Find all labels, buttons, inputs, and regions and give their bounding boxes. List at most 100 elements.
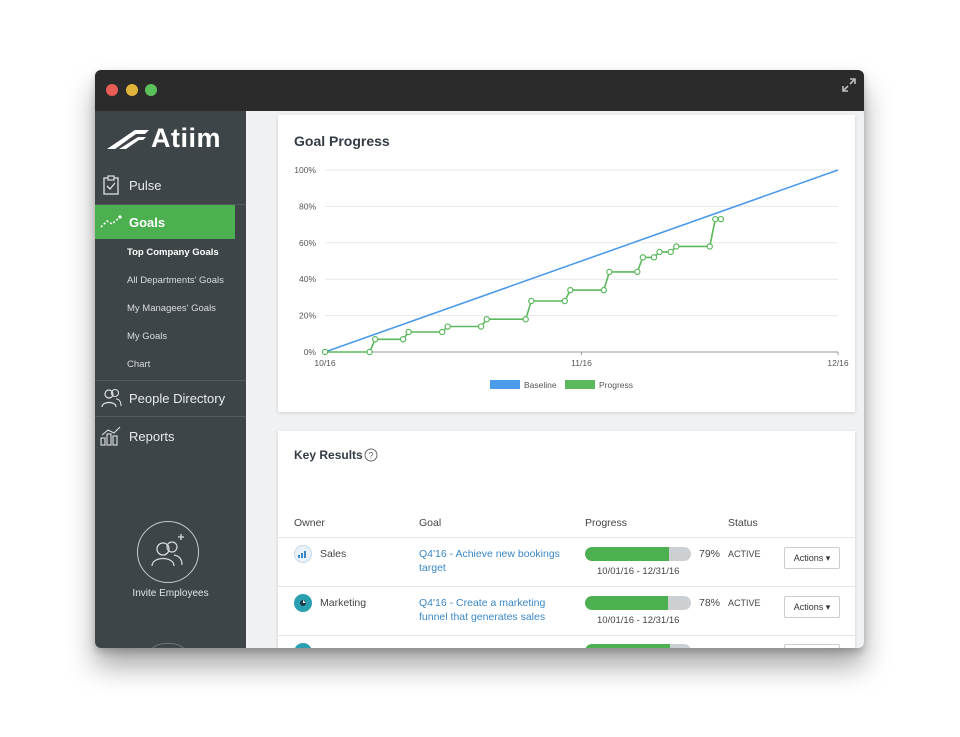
subnav-my-goals[interactable]: My Goals <box>127 331 167 342</box>
goal-progress-card: Goal Progress 0% 20% 40% 60% 80% 100% 10/16 11/… <box>278 115 855 412</box>
status-label: ACTIVE <box>728 598 761 608</box>
progress-data-point <box>634 268 641 276</box>
close-window-button[interactable] <box>106 84 118 96</box>
progress-data-point <box>567 286 574 294</box>
sales-team-icon <box>294 545 312 563</box>
progress-data-point <box>656 248 663 256</box>
legend-swatch <box>490 380 520 389</box>
progress-data-point <box>639 254 647 261</box>
sidebar-item-pulse[interactable]: Pulse <box>95 168 246 202</box>
expand-icon[interactable] <box>842 78 856 92</box>
logo-text: Atiim <box>151 123 221 153</box>
progress-data-point <box>717 215 725 223</box>
add-people-icon <box>151 534 184 567</box>
status-label: ACTIVE <box>728 549 761 559</box>
table-divider <box>278 635 855 636</box>
date-range: 10/01/16 - 12/31/16 <box>597 566 680 577</box>
subnav-chart[interactable]: Chart <box>127 359 150 370</box>
goal-link[interactable]: Q4'16 - Create a marketing funnel that g… <box>419 596 569 624</box>
sidebar-item-label: Pulse <box>129 177 162 193</box>
column-header-progress: Progress <box>585 517 628 529</box>
sidebar-item-people-directory[interactable]: People Directory <box>95 381 246 415</box>
svg-text:?: ? <box>368 451 373 461</box>
sidebar: Atiim Pulse Goals Top Company Goals All … <box>95 111 246 648</box>
y-tick-label: 0% <box>304 347 317 357</box>
bar-chart-icon <box>100 425 122 447</box>
goal-link[interactable]: Q4'16 - Achieve new bookings target <box>419 547 569 575</box>
y-tick-label: 40% <box>299 274 316 284</box>
clipboard-icon <box>100 174 122 196</box>
subnav-all-departments-goals[interactable]: All Departments' Goals <box>127 275 224 286</box>
y-tick-label: 80% <box>299 201 316 211</box>
y-tick-label: 100% <box>294 165 316 175</box>
progress-data-point <box>405 328 412 336</box>
progress-data-point <box>561 297 568 305</box>
sidebar-item-reports[interactable]: Reports <box>95 419 246 453</box>
progress-bar <box>585 596 691 610</box>
progress-percent: 78% <box>699 597 721 609</box>
y-tick-label: 20% <box>299 311 316 321</box>
sidebar-item-label: People Directory <box>129 390 226 406</box>
progress-data-point <box>673 243 680 250</box>
marketing-team-icon <box>294 594 312 612</box>
maximize-window-button[interactable] <box>145 84 157 96</box>
progress-percent: 79% <box>699 548 721 560</box>
table-divider <box>278 537 855 538</box>
sidebar-divider <box>95 416 246 417</box>
progress-data-point <box>483 316 490 323</box>
actions-dropdown[interactable]: Actions ▾ <box>784 596 840 618</box>
sidebar-item-goals[interactable]: Goals <box>95 205 235 239</box>
x-tick-label: 10/16 <box>314 358 336 368</box>
progress-data-point <box>444 323 451 330</box>
progress-data-point <box>706 243 713 250</box>
progress-data-point <box>438 328 446 336</box>
progress-data-point <box>606 268 613 276</box>
column-header-status: Status <box>728 517 758 529</box>
progress-bar-fill <box>585 547 669 561</box>
column-header-owner: Owner <box>294 517 325 529</box>
team-icon <box>294 643 312 648</box>
minimize-window-button[interactable] <box>126 84 138 96</box>
date-range: 10/01/16 - 12/31/16 <box>597 615 680 626</box>
subnav-top-company-goals[interactable]: Top Company Goals <box>127 247 219 258</box>
legend-label: Progress <box>599 380 633 390</box>
progress-bar <box>585 547 691 561</box>
sidebar-item-label: Reports <box>129 428 175 444</box>
progress-data-point <box>522 316 529 323</box>
key-results-title: Key Results <box>294 448 363 462</box>
goal-progress-chart: 0% 20% 40% 60% 80% 100% 10/16 11/16 12/16 Baselin… <box>294 165 849 390</box>
actions-dropdown[interactable] <box>784 644 840 648</box>
trend-line-icon <box>100 211 122 233</box>
invite-employees-button[interactable] <box>137 521 199 583</box>
progress-data-point <box>477 323 485 330</box>
progress-bar-fill <box>585 596 668 610</box>
progress-data-point <box>399 336 407 343</box>
column-header-goal: Goal <box>419 517 442 529</box>
owner-name: Marketing <box>320 597 367 609</box>
people-icon <box>100 387 122 409</box>
legend-label: Baseline <box>524 380 557 390</box>
owner-cell: Marketing <box>294 594 366 612</box>
owner-cell: Sales <box>294 545 346 563</box>
progress-bar <box>585 644 691 648</box>
progress-data-point <box>366 348 373 356</box>
atiim-logo[interactable]: Atiim <box>105 123 240 155</box>
x-tick-label: 12/16 <box>827 358 849 368</box>
progress-data-point <box>600 286 608 294</box>
key-results-card: Key Results ? Owner Goal Progress Status… <box>278 431 855 648</box>
question-icon[interactable]: ? <box>364 448 378 462</box>
progress-data-point <box>371 336 379 343</box>
baseline-series-line <box>324 169 839 353</box>
partial-avatar-icon <box>145 643 191 648</box>
progress-data-point <box>712 215 719 223</box>
progress-data-point <box>321 348 329 356</box>
progress-data-point <box>667 248 674 256</box>
invite-employees-label: Invite Employees <box>132 588 209 599</box>
logo-mark-icon <box>107 130 149 149</box>
actions-dropdown[interactable]: Actions ▾ <box>784 547 840 569</box>
subnav-my-managees-goals[interactable]: My Managees' Goals <box>127 303 216 314</box>
app-window: Atiim Pulse Goals Top Company Goals All … <box>95 70 864 648</box>
sidebar-item-label: Goals <box>129 214 166 230</box>
x-tick-label: 11/16 <box>571 358 592 368</box>
progress-series-line <box>325 218 721 353</box>
